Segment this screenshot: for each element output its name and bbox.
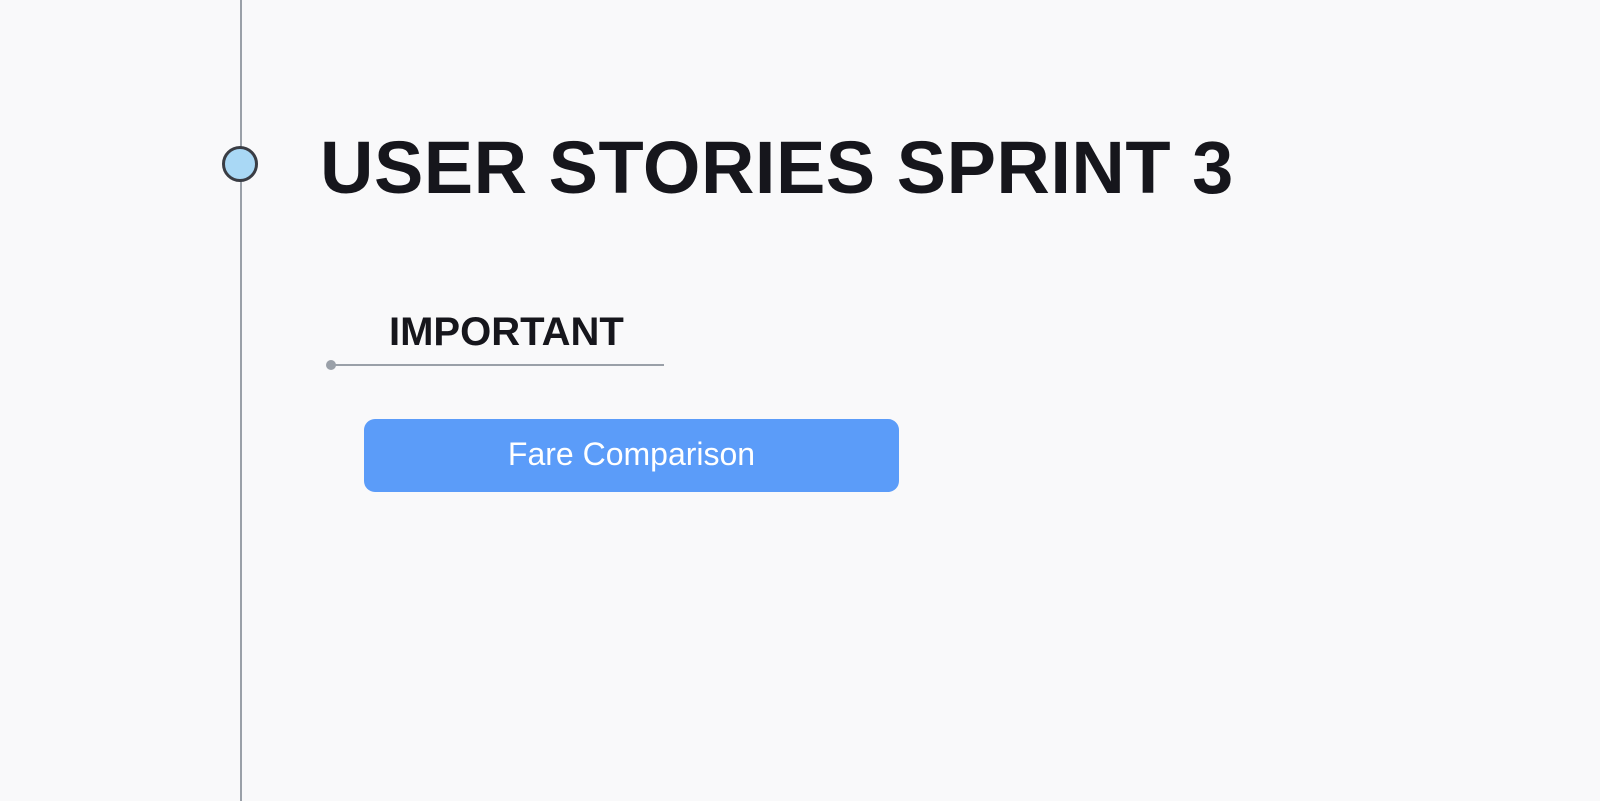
story-card-fare-comparison[interactable]: Fare Comparison xyxy=(364,419,899,492)
section-underline xyxy=(331,364,664,366)
timeline-node[interactable] xyxy=(222,146,258,182)
diagram-canvas: USER STORIES SPRINT 3 IMPORTANT Fare Com… xyxy=(0,0,1600,801)
section-label-important: IMPORTANT xyxy=(389,310,624,354)
timeline-line xyxy=(240,0,242,801)
page-title: USER STORIES SPRINT 3 xyxy=(320,126,1234,209)
